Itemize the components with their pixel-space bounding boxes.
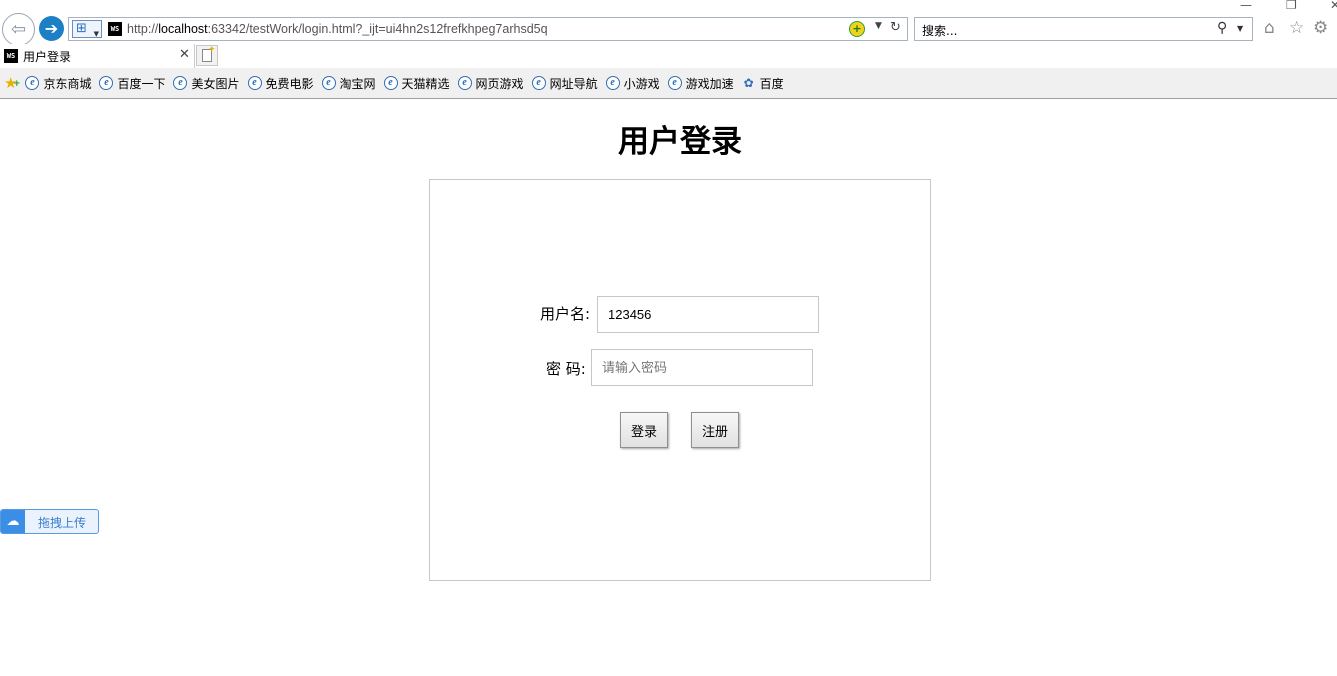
favorite-label: 免费电影 [265,76,314,91]
ie-icon: e [531,76,546,90]
favorites-star-icon[interactable]: ☆ [1289,18,1304,38]
search-input[interactable]: 搜索... [922,22,957,39]
favorites-bar: ★ + e 京东商城 e 百度一下 e 美女图片 e 免费电影 e 淘宝网 e 天猫精选 e 网页游戏 e 网址… [0,68,1337,99]
favorite-label: 美女图片 [191,76,240,91]
ie-icon: e [321,76,336,90]
password-label: 密 码: [546,360,586,378]
address-dropdown-icon[interactable]: ▼ [875,21,882,31]
favorite-label: 网页游戏 [475,76,524,91]
register-button[interactable]: 注册 [691,412,739,448]
search-icon[interactable]: ⚲ [1217,20,1227,36]
arrow-right-icon: ➔ [44,19,59,38]
favorite-item[interactable]: e 游戏加速 [667,75,734,92]
favorite-item[interactable]: e 网页游戏 [457,75,524,92]
favorite-item[interactable]: e 网址导航 [531,75,598,92]
ie-icon: e [605,76,620,90]
ie-icon: e [99,76,114,90]
favorite-item[interactable]: e 京东商城 [25,75,91,92]
ie-icon: e [383,76,398,90]
search-box[interactable]: 搜索... ⚲ ▼ [914,17,1253,41]
favorite-item[interactable]: e 小游戏 [605,75,660,92]
plus-shield-icon: ⊞ [76,21,87,36]
favorite-item[interactable]: ✿ 百度 [742,75,784,92]
favorite-label: 百度 [759,76,784,91]
username-field[interactable] [597,296,819,333]
favorite-item[interactable]: e 百度一下 [99,75,165,92]
ie-icon: e [247,76,262,90]
url-text[interactable]: http://localhost:63342/testWork/login.ht… [127,22,548,36]
paw-icon: ✿ [743,76,754,90]
close-tab-icon[interactable]: ✕ [179,47,190,62]
tab-login[interactable]: WS 用户登录 ✕ [0,44,195,68]
ie-icon: e [173,76,188,90]
favorite-label: 网址导航 [549,76,598,91]
drag-upload-widget[interactable]: ☁ 拖拽上传 [0,509,99,534]
address-bar[interactable]: ⊞ ▼ WS http://localhost:63342/testWork/lo… [68,17,908,41]
chevron-down-icon: ▼ [93,30,99,38]
page-title: 用户登录 [618,124,742,160]
favorite-label: 游戏加速 [685,76,734,91]
arrow-left-icon: ⇦ [10,19,27,40]
tab-strip: WS 用户登录 ✕ ✦ [0,44,1337,68]
username-label: 用户名: [540,305,591,323]
restore-button[interactable]: ❐ [1286,0,1297,12]
favorite-label: 京东商城 [43,76,92,91]
close-window-button[interactable]: ✕ [1330,0,1337,12]
home-icon[interactable]: ⌂ [1264,18,1275,38]
login-form: 用户名: 密 码: 登录 注册 [429,179,931,581]
login-button[interactable]: 登录 [620,412,668,448]
minimize-button[interactable]: — [1240,0,1252,12]
new-tab-button[interactable]: ✦ [196,45,218,66]
forward-button[interactable]: ➔ [39,16,64,41]
favorite-label: 淘宝网 [339,76,376,91]
ie-icon: e [457,76,472,90]
search-dropdown-icon[interactable]: ▼ [1237,24,1243,33]
favorite-item[interactable]: e 天猫精选 [383,75,450,92]
favorite-item[interactable]: e 淘宝网 [321,75,376,92]
ie-icon: e [667,76,682,90]
refresh-icon[interactable]: ↻ [890,20,901,35]
tab-title: 用户登录 [23,50,72,64]
browser-chrome: — ❐ ✕ ⇦ ➔ ⊞ ▼ WS http://localhost:63342/t… [0,0,1337,99]
tab-favicon: WS [4,49,18,63]
favorite-label: 天猫精选 [401,76,450,91]
extension-icon[interactable]: + [849,21,865,37]
gear-icon[interactable]: ⚙ [1313,18,1328,38]
favorite-label: 小游戏 [623,76,660,91]
ie-icon: e [25,76,40,90]
sparkle-icon: ✦ [208,45,216,55]
upload-label: 拖拽上传 [38,516,87,530]
favorite-item[interactable]: e 免费电影 [247,75,314,92]
compatibility-view-button[interactable]: ⊞ ▼ [72,20,102,38]
favorite-item[interactable]: e 美女图片 [173,75,240,92]
favorites-list: e 京东商城 e 百度一下 e 美女图片 e 免费电影 e 淘宝网 e 天猫精选 e 网页游戏 e 网址导航 e… [25,75,791,92]
cloud-icon: ☁ [1,510,25,533]
back-button[interactable]: ⇦ [2,13,35,46]
add-favorite-icon[interactable]: ★ + [4,74,21,92]
favorite-label: 百度一下 [117,76,166,91]
site-favicon: WS [108,22,122,36]
password-field[interactable] [591,349,813,386]
